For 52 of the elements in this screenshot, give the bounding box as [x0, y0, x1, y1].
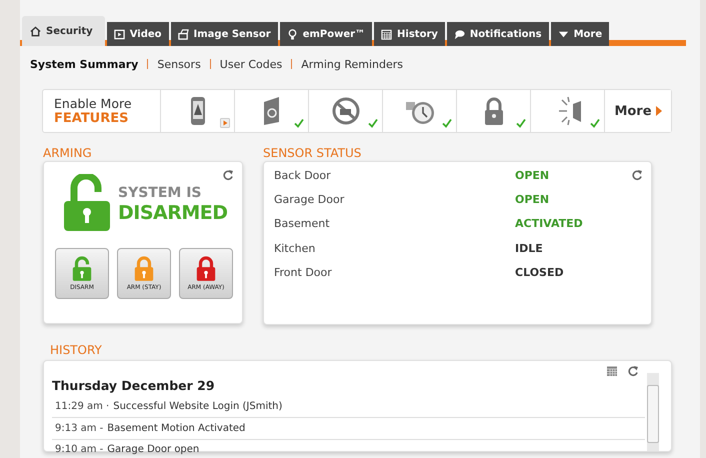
nav-tab[interactable]: More	[550, 22, 610, 46]
checkmark-icon	[590, 118, 600, 128]
nav-tab[interactable]: Video	[106, 22, 169, 46]
event-time: 9:13 am -	[55, 423, 104, 434]
checkmark-icon	[294, 118, 304, 128]
sensor-status: IDLE	[515, 242, 543, 255]
event-text: Basement Motion Activated	[107, 423, 246, 434]
sensor-status: ACTIVATED	[515, 217, 583, 230]
subnav-link[interactable]: System Summary	[30, 58, 138, 70]
calendar-icon	[381, 28, 392, 40]
nav-tab[interactable]: Image Sensor	[170, 22, 278, 46]
history-date: Thursday December 29	[52, 377, 216, 395]
checkmark-icon	[368, 118, 378, 128]
nav-tab[interactable]: Notifications	[446, 22, 549, 46]
event-text: Garage Door open	[107, 444, 200, 454]
scrollbar[interactable]	[647, 373, 659, 451]
event-time: 9:10 am -	[55, 444, 104, 454]
sensor-name: Back Door	[274, 168, 332, 182]
system-status-label: SYSTEM IS	[118, 184, 203, 203]
sensor-name: Front Door	[274, 266, 333, 280]
sensor-status: OPEN	[515, 168, 550, 182]
sensor-status: OPEN	[515, 193, 550, 206]
play-icon	[114, 28, 125, 40]
section-heading: SENSOR STATUS	[263, 146, 362, 160]
triangle-right-icon	[656, 106, 662, 116]
chat-icon	[454, 28, 465, 40]
play-badge-icon	[220, 118, 230, 128]
sensor-name: Garage Door	[274, 193, 346, 206]
system-status-value: DISARMED	[118, 203, 228, 223]
section-heading: ARMING	[43, 146, 93, 160]
checkmark-icon	[442, 118, 452, 128]
subnav-link[interactable]: Sensors	[157, 58, 201, 70]
section-heading: HISTORY	[50, 343, 103, 357]
sensor-name: Basement	[274, 217, 331, 230]
subnav-link[interactable]: Arming Reminders	[301, 58, 404, 70]
nav-tab[interactable]: emPower™	[280, 22, 372, 46]
event-text: Successful Website Login (JSmith)	[113, 401, 282, 412]
home-icon	[30, 26, 41, 36]
refresh-icon[interactable]	[631, 169, 643, 181]
promo-subtitle: FEATURES	[54, 111, 130, 126]
checkmark-icon	[516, 118, 526, 128]
nav-tab[interactable]: History	[374, 22, 445, 46]
refresh-icon[interactable]	[222, 169, 234, 181]
sensor-name: Kitchen	[274, 242, 316, 255]
subnav-link[interactable]: User Codes	[220, 58, 282, 70]
sensor-status: CLOSED	[515, 266, 564, 280]
promo-title: Enable More	[54, 96, 133, 111]
nav-tab[interactable]: Security	[22, 16, 105, 46]
refresh-icon[interactable]	[627, 365, 639, 377]
bulb-icon	[286, 28, 298, 40]
event-time: 11:29 am ·	[55, 401, 110, 412]
calendar-icon[interactable]	[606, 365, 618, 377]
